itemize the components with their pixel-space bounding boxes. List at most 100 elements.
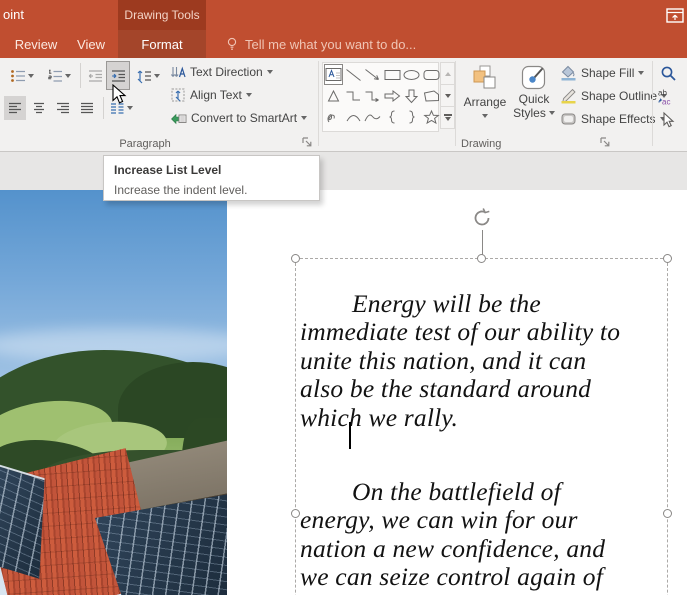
- align-left-button[interactable]: [4, 96, 26, 120]
- resize-handle-top-left[interactable]: [291, 254, 300, 263]
- shapes-gallery-scrollbar: [440, 62, 455, 132]
- text-direction-icon: [170, 64, 186, 80]
- shape-rectangle[interactable]: [383, 64, 402, 85]
- quick-styles-button[interactable]: Quick Styles: [510, 62, 558, 134]
- smartart-dropdown-arrow: [301, 116, 307, 120]
- more-bar-icon: [444, 114, 452, 116]
- shape-fill-dropdown-arrow: [638, 71, 644, 75]
- select-button[interactable]: [660, 111, 676, 129]
- mouse-cursor: [112, 84, 127, 105]
- find-button[interactable]: [660, 65, 677, 82]
- shape-outline-label: Shape Outline: [581, 89, 657, 103]
- shape-arc[interactable]: [344, 106, 363, 127]
- quote-paragraph-2[interactable]: On the battlefield of energy, we can win…: [300, 478, 665, 595]
- increase-indent-icon: [110, 68, 126, 84]
- numbering-dropdown-arrow: [65, 74, 71, 78]
- decrease-indent-icon: [87, 68, 103, 84]
- paragraph-group-label: Paragraph: [0, 138, 290, 150]
- align-text-button[interactable]: Align Text: [170, 87, 252, 103]
- shape-outline-button[interactable]: Shape Outline: [560, 88, 667, 104]
- tab-review[interactable]: Review: [8, 30, 64, 58]
- line-spacing-dropdown-arrow: [154, 74, 160, 78]
- center-button[interactable]: [28, 96, 50, 120]
- smartart-icon: [170, 110, 187, 126]
- justify-button[interactable]: [76, 96, 98, 120]
- gallery-scroll-up-button[interactable]: [440, 62, 455, 85]
- shape-line[interactable]: [344, 64, 363, 85]
- convert-to-smartart-button[interactable]: Convert to SmartArt: [170, 110, 307, 126]
- shape-elbow-connector[interactable]: [344, 85, 363, 106]
- center-icon: [31, 100, 47, 116]
- text-direction-label: Text Direction: [190, 65, 263, 79]
- svg-text:ac: ac: [662, 98, 670, 107]
- arrange-button[interactable]: Arrange: [462, 62, 508, 134]
- align-right-button[interactable]: [52, 96, 74, 120]
- quote-text-box[interactable]: Energy will be the immediate test of our…: [295, 258, 668, 595]
- gallery-more-button[interactable]: [440, 106, 455, 129]
- bullets-button[interactable]: [4, 62, 39, 89]
- drawing-dialog-launcher[interactable]: [599, 136, 611, 148]
- quick-styles-icon: [520, 64, 548, 92]
- align-right-icon: [55, 100, 71, 116]
- quote-text[interactable]: Energy will be the immediate test of our…: [300, 261, 665, 595]
- decrease-list-level-button[interactable]: [84, 62, 106, 89]
- slide-photo-solar-panels[interactable]: [0, 190, 227, 595]
- shape-right-brace[interactable]: [402, 106, 421, 127]
- more-arrow-icon: [445, 117, 451, 121]
- shape-right-arrow[interactable]: [383, 85, 402, 106]
- resize-handle-middle-left[interactable]: [291, 509, 300, 518]
- shape-arrow[interactable]: [363, 64, 382, 85]
- convert-to-smartart-label: Convert to SmartArt: [191, 111, 297, 125]
- tab-format[interactable]: Format: [118, 30, 206, 58]
- shape-elbow-arrow-connector[interactable]: [363, 85, 382, 106]
- shape-rounded-rectangle[interactable]: [422, 64, 441, 85]
- align-text-dropdown-arrow: [246, 93, 252, 97]
- title-bar: oint Drawing Tools: [0, 0, 687, 30]
- replace-button[interactable]: ab ac: [657, 88, 679, 106]
- shape-corner[interactable]: [422, 85, 441, 106]
- quote-paragraph-1[interactable]: Energy will be the immediate test of our…: [300, 290, 665, 433]
- gallery-scroll-down-button[interactable]: [440, 84, 455, 107]
- powerpoint-window: oint Drawing Tools Review View Format Te…: [0, 0, 687, 595]
- tell-me-box[interactable]: Tell me what you want to do...: [226, 30, 416, 58]
- select-icon: [660, 111, 676, 129]
- align-text-label: Align Text: [190, 88, 242, 102]
- line-spacing-button[interactable]: [134, 62, 162, 89]
- group-separator: [318, 61, 319, 146]
- shape-left-brace[interactable]: [383, 106, 402, 127]
- slide-canvas[interactable]: Energy will be the immediate test of our…: [0, 190, 687, 595]
- rotate-handle-icon[interactable]: [471, 207, 493, 229]
- shape-scribble[interactable]: [324, 106, 343, 127]
- group-separator: [455, 61, 456, 146]
- columns-dropdown-arrow: [127, 106, 133, 110]
- shape-fill-icon: [560, 65, 577, 81]
- shape-triangle[interactable]: [324, 85, 343, 106]
- photo-solar-panel-left: [0, 463, 45, 579]
- find-icon: [660, 65, 677, 82]
- quick-styles-dropdown-arrow: [549, 111, 555, 115]
- shape-star[interactable]: [422, 106, 441, 127]
- shape-effects-button[interactable]: Shape Effects: [560, 111, 666, 127]
- drawing-group-label: Drawing: [461, 138, 501, 150]
- align-left-icon: [7, 100, 23, 116]
- shape-curve[interactable]: [363, 106, 382, 127]
- justify-icon: [79, 100, 95, 116]
- quick-styles-label-1: Quick: [519, 92, 550, 106]
- arrange-icon: [472, 65, 498, 91]
- shape-oval[interactable]: [402, 64, 421, 85]
- text-direction-dropdown-arrow: [267, 70, 273, 74]
- text-cursor-caret: [349, 422, 351, 449]
- numbering-button[interactable]: [41, 62, 76, 89]
- shape-down-arrow[interactable]: [402, 85, 421, 106]
- separator: [80, 63, 81, 88]
- text-direction-button[interactable]: Text Direction: [170, 64, 273, 80]
- shape-fill-button[interactable]: Shape Fill: [560, 65, 644, 81]
- paragraph-dialog-launcher[interactable]: [301, 136, 313, 148]
- contextual-tab-group-drawing-tools: Drawing Tools: [118, 0, 206, 30]
- numbering-icon: [47, 68, 63, 84]
- shape-text-box[interactable]: [324, 64, 343, 85]
- tooltip-title: Increase List Level: [114, 163, 309, 177]
- tab-view[interactable]: View: [68, 30, 114, 58]
- replace-icon: ab ac: [657, 88, 679, 106]
- ribbon-display-options-icon[interactable]: [666, 8, 684, 23]
